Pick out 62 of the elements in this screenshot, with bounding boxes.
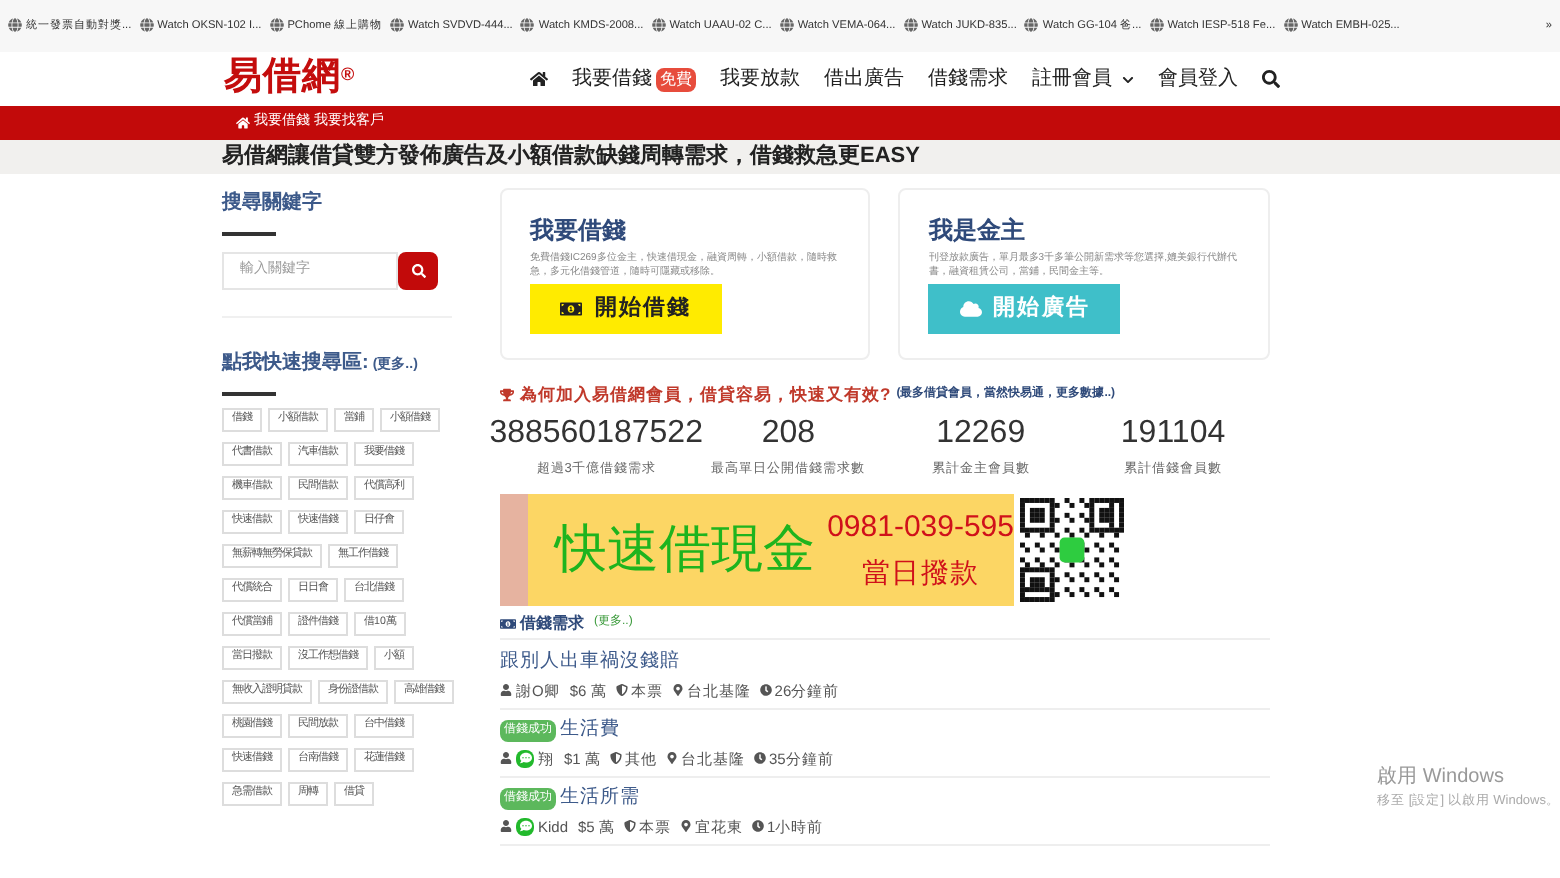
location-icon: [672, 684, 685, 697]
stat-value: 12269: [936, 415, 1026, 452]
photo-placeholder: [500, 493, 528, 606]
globe-icon: [390, 18, 405, 33]
shield-icon: [624, 820, 637, 833]
globe-icon: [269, 18, 284, 33]
cloud-icon: [959, 298, 982, 320]
globe-icon: [1283, 18, 1298, 33]
globe-icon: [903, 18, 918, 33]
sidebar-heading: 搜尋關鍵字: [222, 188, 324, 218]
card-title: 我是金主: [928, 214, 1027, 248]
location-icon: [666, 752, 679, 765]
home-icon: [530, 70, 548, 88]
stat-value: 388560187522: [489, 415, 703, 452]
globe-icon: [779, 18, 794, 33]
user-icon: [500, 820, 512, 833]
user-icon: [500, 752, 512, 765]
nav-link[interactable]: 會員登入: [1158, 64, 1238, 94]
free-badge: 免費: [656, 67, 696, 91]
section-heading: 借錢需求: [520, 611, 584, 636]
loan-request-link[interactable]: 跟別人出車禍沒錢賠: [500, 648, 680, 677]
shield-icon: [616, 684, 629, 697]
money-icon: [560, 298, 583, 320]
nav-link[interactable]: 註冊會員: [1032, 64, 1134, 94]
nav-link[interactable]: 借錢需求: [928, 64, 1008, 94]
nav-link[interactable]: 借出廣告: [824, 64, 904, 94]
sidebar-heading: 點我快速搜尋區:: [222, 349, 369, 378]
loan-request-link[interactable]: 生活費: [560, 716, 620, 745]
banner-phone: 0981-039-595: [827, 508, 1014, 548]
nav-link[interactable]: 我要借錢 免費: [572, 64, 696, 94]
money-icon: [500, 615, 516, 632]
search-icon: [1262, 70, 1280, 88]
why-join-heading: 為何加入易借網會員，借貸容易，快速又有效?: [520, 382, 891, 408]
trophy-icon: [500, 387, 514, 402]
search-button[interactable]: [398, 252, 438, 290]
nav-link[interactable]: 我要放款: [720, 64, 800, 94]
clock-icon: [760, 684, 773, 697]
location-icon: [680, 820, 693, 833]
shield-icon: [610, 752, 623, 765]
registered-mark: ®: [340, 63, 356, 84]
windows-activation-title: 啟用 Windows: [1377, 764, 1506, 792]
globe-icon: [8, 18, 22, 33]
search-icon: [411, 264, 425, 278]
globe-icon: [1024, 18, 1039, 33]
stat-value: 191104: [1120, 415, 1226, 452]
site-logo[interactable]: 易借網$^{®}$: [224, 50, 356, 108]
globe-icon: [139, 18, 154, 33]
user-icon: [500, 684, 512, 697]
clock-icon: [754, 752, 767, 765]
banner-subline: 當日撥款: [861, 553, 980, 591]
card-title: 我要借錢: [530, 214, 628, 248]
qr-code-drawing: [1020, 497, 1124, 602]
banner-headline: 快速借現金: [555, 516, 816, 583]
globe-icon: [520, 18, 535, 33]
globe-icon: [651, 18, 666, 33]
start-borrowing-button[interactable]: 開始借錢: [530, 284, 722, 334]
home-icon: [236, 116, 250, 130]
headline: 易借網讓借貸雙方發佈廣告及小額借款缺錢周轉需求，借錢救急更EASY: [222, 141, 920, 173]
stat-value: 208: [761, 415, 816, 452]
loan-request-link[interactable]: 生活所需: [560, 784, 640, 813]
globe-icon: [1149, 18, 1164, 33]
clock-icon: [752, 820, 765, 833]
